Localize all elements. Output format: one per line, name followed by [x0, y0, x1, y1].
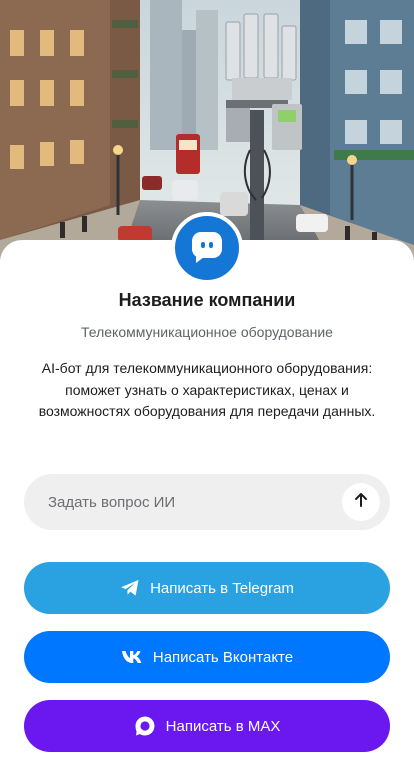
ai-question-input[interactable] — [48, 493, 342, 511]
max-button[interactable]: Написать в MAX — [24, 700, 390, 752]
ai-question-bar — [24, 474, 390, 530]
send-button[interactable] — [342, 483, 380, 521]
vk-button[interactable]: Написать Вконтакте — [24, 631, 390, 683]
vk-icon — [121, 650, 143, 664]
max-button-label: Написать в MAX — [165, 717, 281, 735]
telegram-button[interactable]: Написать в Telegram — [24, 562, 390, 614]
company-subtitle: Телекоммуникационное оборудование — [81, 324, 333, 340]
chat-bot-icon — [190, 229, 224, 268]
telegram-icon — [120, 579, 140, 597]
company-description: AI-бот для телекоммуникационного оборудо… — [38, 360, 376, 419]
vk-button-label: Написать Вконтакте — [152, 648, 294, 666]
max-icon — [134, 715, 156, 737]
company-avatar — [171, 212, 243, 284]
arrow-up-icon — [353, 492, 369, 513]
telegram-button-label: Написать в Telegram — [150, 579, 294, 597]
company-name: Название компании — [118, 290, 296, 310]
